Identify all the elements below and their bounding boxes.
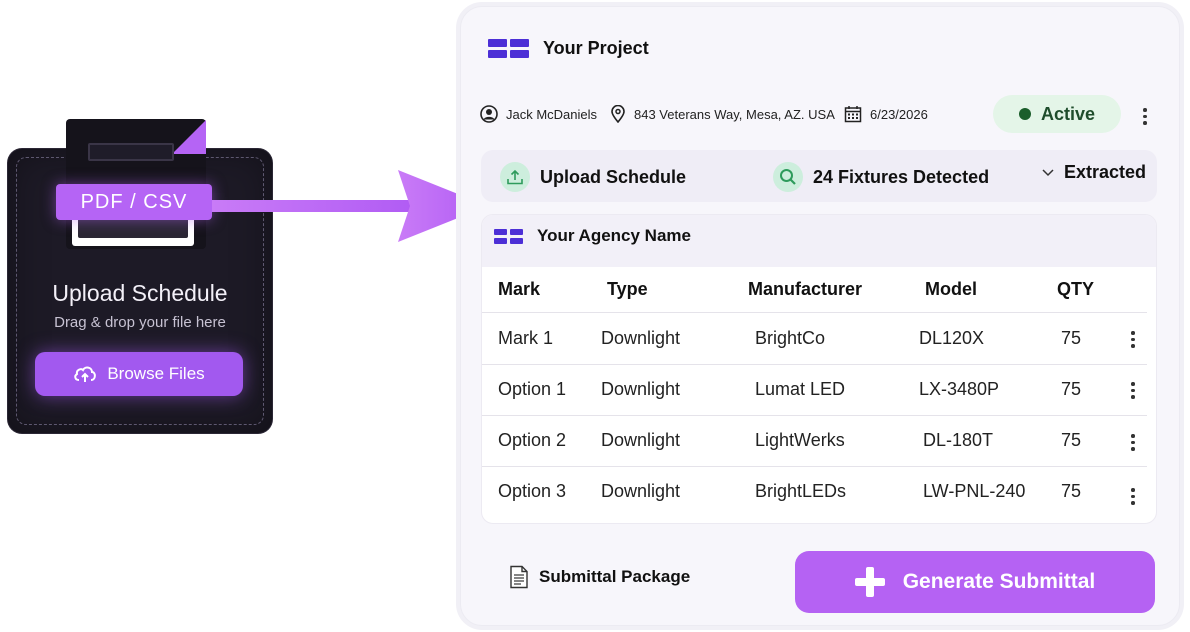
cell-model: LX-3480P <box>919 379 1000 399</box>
cell-manufacturer: LightWerks <box>755 430 845 450</box>
column-header-mark[interactable]: Mark <box>498 279 540 300</box>
upload-icon <box>500 162 530 192</box>
cell-manufacturer: BrightLEDs <box>755 481 847 501</box>
document-label-bar <box>88 143 174 161</box>
cell-model: DL-180T <box>923 430 994 450</box>
browse-files-label: Browse Files <box>107 364 205 383</box>
document-fold <box>172 120 206 154</box>
cell-mark: Mark 1 <box>498 328 554 348</box>
cell-model: DL120X <box>919 328 985 348</box>
cloud-upload-icon <box>74 366 97 382</box>
table-divider <box>482 312 1147 313</box>
upload-schedule-label: Upload Schedule <box>540 166 687 187</box>
cell-type: Downlight <box>601 430 681 450</box>
browse-files-button[interactable]: Browse Files <box>35 352 243 396</box>
status-dot-icon <box>1018 108 1031 120</box>
upload-title: Upload Schedule <box>52 280 228 306</box>
generate-submittal-button[interactable]: Generate Submittal <box>795 551 1155 613</box>
project-user: Jack McDaniels <box>480 105 597 123</box>
cell-type: Downlight <box>601 481 681 501</box>
agency-header: Your Agency Name <box>494 226 691 246</box>
cell-qty: 75 <box>1061 481 1082 501</box>
cell-qty: 75 <box>1061 430 1082 450</box>
date-text: 6/23/2026 <box>870 106 928 122</box>
table-divider <box>482 415 1147 416</box>
column-header-type[interactable]: Type <box>607 279 648 300</box>
status-badge[interactable]: Active <box>993 95 1121 133</box>
table-divider <box>482 466 1147 467</box>
cell-manufacturer: BrightCo <box>755 328 826 348</box>
agency-name: Your Agency Name <box>537 226 691 245</box>
cell-type: Downlight <box>601 328 681 348</box>
row-more-icon[interactable] <box>1131 434 1135 451</box>
row-more-icon[interactable] <box>1131 382 1135 399</box>
location-pin-icon <box>611 105 625 123</box>
cell-mark: Option 3 <box>498 481 567 501</box>
chevron-down-icon <box>1042 168 1054 176</box>
fixture-table-card <box>481 214 1157 524</box>
project-more-icon[interactable] <box>1143 108 1147 125</box>
column-header-qty[interactable]: QTY <box>1057 279 1094 300</box>
cell-type: Downlight <box>601 379 681 399</box>
fixtures-detected-step[interactable]: 24 Fixtures Detected <box>773 162 989 192</box>
arrow-right-icon <box>212 170 488 242</box>
generate-submittal-label: Generate Submittal <box>902 570 1096 593</box>
submittal-package-link[interactable]: Submittal Package <box>509 565 690 589</box>
upload-subtitle: Drag & drop your file here <box>54 314 226 331</box>
cell-qty: 75 <box>1061 328 1082 348</box>
project-header: Your Project <box>488 38 649 59</box>
search-icon <box>773 162 803 192</box>
grid-icon <box>488 39 529 58</box>
project-address: 843 Veterans Way, Mesa, AZ. USA <box>610 105 835 123</box>
extracted-dropdown[interactable]: Extracted <box>1042 162 1146 183</box>
grid-icon <box>494 228 523 244</box>
row-more-icon[interactable] <box>1131 488 1135 505</box>
cell-manufacturer: Lumat LED <box>755 379 846 399</box>
submittal-package-label: Submittal Package <box>539 567 691 586</box>
calendar-icon <box>844 106 862 123</box>
project-title: Your Project <box>543 38 649 58</box>
file-type-badge: PDF / CSV <box>56 184 212 220</box>
column-header-manufacturer[interactable]: Manufacturer <box>748 279 862 300</box>
extracted-label: Extracted <box>1064 162 1147 182</box>
cell-mark: Option 1 <box>498 379 567 399</box>
upload-schedule-step[interactable]: Upload Schedule <box>500 162 686 192</box>
status-text: Active <box>1040 103 1096 124</box>
project-date: 6/23/2026 <box>844 105 928 123</box>
cell-qty: 75 <box>1061 379 1082 399</box>
column-header-model[interactable]: Model <box>925 279 977 300</box>
table-divider <box>482 364 1147 365</box>
address-text: 843 Veterans Way, Mesa, AZ. USA <box>634 106 835 122</box>
cell-mark: Option 2 <box>498 430 567 450</box>
plus-icon <box>854 567 885 597</box>
cell-model: LW-PNL-240 <box>923 481 1026 501</box>
user-icon <box>480 105 498 123</box>
document-icon <box>510 565 528 589</box>
fixtures-detected-label: 24 Fixtures Detected <box>813 166 990 187</box>
row-more-icon[interactable] <box>1131 331 1135 348</box>
user-name: Jack McDaniels <box>506 106 598 122</box>
